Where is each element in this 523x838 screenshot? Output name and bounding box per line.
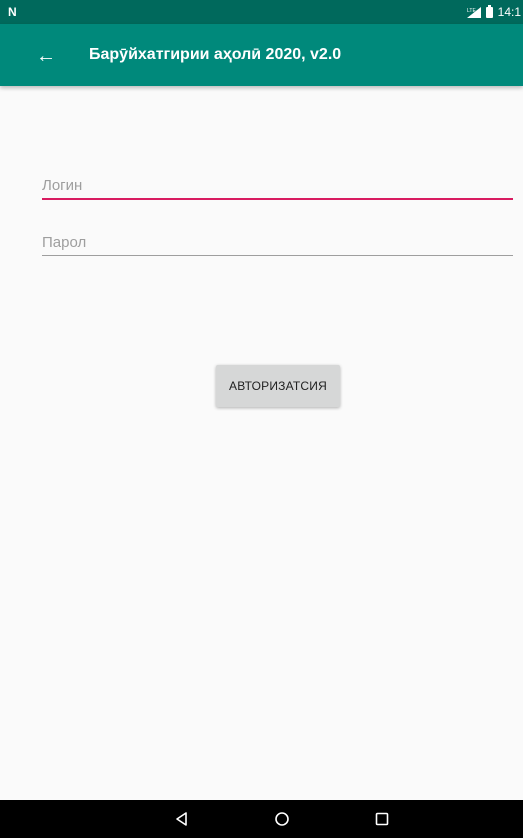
login-field-container — [42, 177, 513, 200]
nav-home-button[interactable] — [258, 800, 306, 838]
circle-home-icon — [275, 812, 289, 826]
status-icons: LTE 14:1 — [466, 4, 521, 19]
svg-text:LTE: LTE — [467, 8, 476, 14]
password-field-container — [42, 234, 513, 256]
nav-back-button[interactable] — [158, 800, 206, 838]
screen: N LTE 14:1 ← Барӯйхатгирии аҳолӣ 2020, v… — [0, 0, 523, 838]
lte-signal-icon: LTE — [466, 6, 481, 18]
status-bar: N LTE 14:1 — [0, 0, 523, 24]
arrow-back-icon: ← — [36, 45, 56, 67]
app-title: Барӯйхатгирии аҳолӣ 2020, v2.0 — [89, 46, 342, 63]
navigation-bar — [0, 800, 523, 838]
back-button[interactable]: ← — [26, 36, 66, 76]
status-time: 14:1 — [497, 5, 521, 19]
app-bar: ← Барӯйхатгирии аҳолӣ 2020, v2.0 — [0, 24, 523, 86]
battery-icon — [485, 4, 493, 18]
triangle-back-icon — [176, 812, 187, 826]
square-recents-icon — [375, 812, 389, 826]
login-input[interactable] — [42, 177, 513, 200]
nav-recents-button[interactable] — [358, 800, 406, 838]
password-input[interactable] — [42, 234, 513, 256]
authorization-button[interactable]: АВТОРИЗАТСИЯ — [216, 365, 340, 407]
notification-icon: N — [8, 5, 17, 19]
